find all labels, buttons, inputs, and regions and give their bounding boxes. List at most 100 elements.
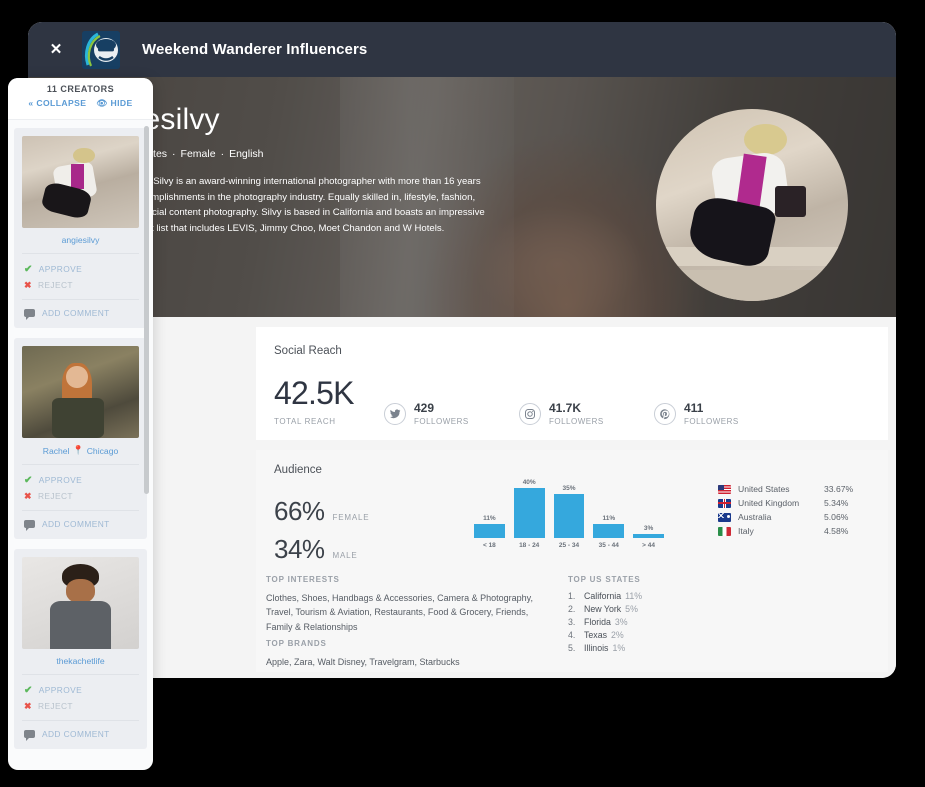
instagram-icon bbox=[519, 402, 541, 425]
chart-bar-value: 40% bbox=[522, 479, 536, 486]
top-us-states-heading: TOP US STATES bbox=[568, 575, 641, 584]
age-distribution-chart: 11% 40% 35% 11% 3% < 18 18 - 24 25 - 34 35 - 44… bbox=[474, 478, 664, 556]
creator-name: angiesilvy bbox=[61, 235, 100, 245]
state-row: 2. New York 5% bbox=[568, 604, 642, 617]
chart-bar-value: 3% bbox=[643, 525, 654, 532]
creator-photo[interactable] bbox=[22, 136, 139, 228]
country-row: United States 33.67% bbox=[718, 482, 878, 496]
audience-title: Audience bbox=[274, 464, 322, 476]
audience-card: Audience 66% FEMALE 34% MALE 11% 40% 35% 11… bbox=[256, 450, 888, 672]
reject-label: REJECT bbox=[37, 701, 73, 711]
twitter-stat[interactable]: 429 FOLLOWERS bbox=[384, 400, 519, 426]
check-icon: ✔ bbox=[24, 263, 33, 275]
state-name: Illinois bbox=[584, 643, 609, 653]
chart-bar: 40% bbox=[513, 478, 545, 538]
hide-button[interactable]: 👁 HIDE bbox=[96, 98, 132, 109]
state-rank: 5. bbox=[568, 643, 576, 653]
creator-actions: ✔ APPROVE ✖ REJECT bbox=[22, 254, 139, 300]
state-name: Texas bbox=[584, 630, 607, 640]
creator-card[interactable]: Rachel 📍 Chicago ✔ APPROVE ✖ REJECT ADD COMMENT bbox=[14, 338, 147, 539]
state-rank: 1. bbox=[568, 591, 576, 601]
female-pct: 66% bbox=[274, 496, 325, 526]
add-comment-button[interactable]: ADD COMMENT bbox=[22, 511, 139, 539]
check-icon: ✔ bbox=[24, 474, 33, 486]
creator-location: Chicago bbox=[86, 445, 119, 456]
state-percent: 2% bbox=[610, 630, 624, 640]
reject-button[interactable]: ✖ REJECT bbox=[24, 698, 139, 714]
us-states-list: 1. California 11% 2. New York 5% 3. Florida 3% 4.… bbox=[568, 591, 642, 656]
country-percent: 4.58% bbox=[824, 526, 849, 536]
instagram-followers-value: 41.7K bbox=[549, 400, 582, 415]
title-bar: ✕ Weekend Wanderer Influencers bbox=[28, 22, 896, 77]
comment-bubble-icon bbox=[24, 520, 35, 531]
creator-photo[interactable] bbox=[22, 557, 139, 649]
instagram-followers-label: FOLLOWERS bbox=[549, 417, 604, 426]
add-comment-label: ADD COMMENT bbox=[42, 729, 110, 739]
chart-bar-rect bbox=[513, 488, 545, 538]
chart-bar-value: 35% bbox=[562, 485, 576, 493]
chart-bar-rect bbox=[553, 494, 585, 538]
reject-label: REJECT bbox=[37, 491, 73, 501]
collapse-button[interactable]: « COLLAPSE bbox=[28, 98, 86, 109]
top-interests-heading: TOP INTERESTS bbox=[266, 575, 340, 584]
add-comment-label: ADD COMMENT bbox=[42, 308, 110, 318]
creator-name-row[interactable]: angiesilvy bbox=[22, 228, 139, 254]
male-label: MALE bbox=[332, 551, 358, 560]
chart-bar-rect bbox=[474, 524, 505, 538]
state-row: 1. California 11% bbox=[568, 591, 642, 604]
creators-scroll-area[interactable]: angiesilvy ✔ APPROVE ✖ REJECT ADD COMMENT Rach… bbox=[8, 120, 153, 770]
creator-photo[interactable] bbox=[22, 346, 139, 438]
chart-x-label: 18 - 24 bbox=[519, 542, 540, 549]
state-row: 4. Texas 2% bbox=[568, 630, 642, 643]
top-interests-section: TOP INTERESTS Clothes, Shoes, Handbags &… bbox=[266, 575, 538, 634]
country-row: Australia 5.06% bbox=[718, 510, 878, 524]
state-name: California bbox=[584, 591, 622, 601]
brand-logo-icon bbox=[82, 30, 120, 69]
instagram-stat[interactable]: 41.7K FOLLOWERS bbox=[519, 400, 654, 426]
app-window: ✕ Weekend Wanderer Influencers a bbox=[28, 22, 896, 678]
location-pin-icon: 📍 bbox=[72, 445, 84, 455]
profile-hero: angiesilvy United States · Female · Engl… bbox=[28, 77, 896, 317]
pinterest-stat[interactable]: 411 FOLLOWERS bbox=[654, 401, 789, 426]
country-name: United Kingdom bbox=[738, 498, 800, 508]
female-label: FEMALE bbox=[332, 513, 370, 522]
chart-x-labels: < 18 18 - 24 25 - 34 35 - 44 > 44 bbox=[474, 542, 664, 549]
twitter-followers-value: 429 bbox=[414, 400, 435, 415]
creators-panel-actions: « COLLAPSE 👁 HIDE bbox=[8, 98, 153, 109]
chart-bar-value: 11% bbox=[483, 515, 496, 523]
cross-icon: ✖ bbox=[24, 279, 32, 290]
state-percent: 3% bbox=[614, 617, 628, 627]
close-icon[interactable]: ✕ bbox=[36, 42, 76, 57]
state-row: 5. Illinois 1% bbox=[568, 643, 642, 656]
total-reach-label: TOTAL REACH bbox=[274, 417, 336, 426]
creator-card[interactable]: angiesilvy ✔ APPROVE ✖ REJECT ADD COMMENT bbox=[14, 128, 147, 328]
state-rank: 4. bbox=[568, 630, 576, 640]
creator-name-row[interactable]: thekachetlife bbox=[22, 649, 139, 675]
state-rank: 2. bbox=[568, 604, 576, 614]
creator-card[interactable]: thekachetlife ✔ APPROVE ✖ REJECT ADD COMMENT bbox=[14, 549, 147, 749]
reject-button[interactable]: ✖ REJECT bbox=[24, 488, 139, 504]
social-reach-row: 42.5K TOTAL REACH 429 FOLLOWERS 41.7K FO… bbox=[274, 377, 888, 426]
approve-button[interactable]: ✔ APPROVE bbox=[24, 472, 139, 488]
country-name: Australia bbox=[738, 512, 772, 522]
top-interests-body: Clothes, Shoes, Handbags & Accessories, … bbox=[266, 593, 533, 632]
comment-bubble-icon bbox=[24, 730, 35, 741]
creator-name: Rachel bbox=[42, 445, 70, 456]
state-name: Florida bbox=[584, 617, 611, 627]
add-comment-button[interactable]: ADD COMMENT bbox=[22, 721, 139, 749]
top-brands-section: TOP BRANDS Apple, Zara, Walt Disney, Tra… bbox=[266, 639, 460, 669]
creators-count: 11 CREATORS bbox=[46, 84, 115, 94]
creator-name-row[interactable]: Rachel 📍 Chicago bbox=[22, 438, 139, 465]
meta-sep-1: · bbox=[172, 148, 176, 160]
comment-bubble-icon bbox=[24, 309, 35, 320]
approve-button[interactable]: ✔ APPROVE bbox=[24, 261, 139, 277]
reject-button[interactable]: ✖ REJECT bbox=[24, 277, 139, 293]
approve-button[interactable]: ✔ APPROVE bbox=[24, 682, 139, 698]
creators-scrollbar[interactable] bbox=[144, 126, 149, 494]
chart-bar-rect bbox=[633, 534, 664, 538]
it-flag-icon bbox=[718, 526, 731, 536]
window-title: Weekend Wanderer Influencers bbox=[142, 41, 368, 58]
add-comment-button[interactable]: ADD COMMENT bbox=[22, 300, 139, 328]
country-percent: 33.67% bbox=[824, 484, 854, 494]
country-row: United Kingdom 5.34% bbox=[718, 496, 878, 510]
